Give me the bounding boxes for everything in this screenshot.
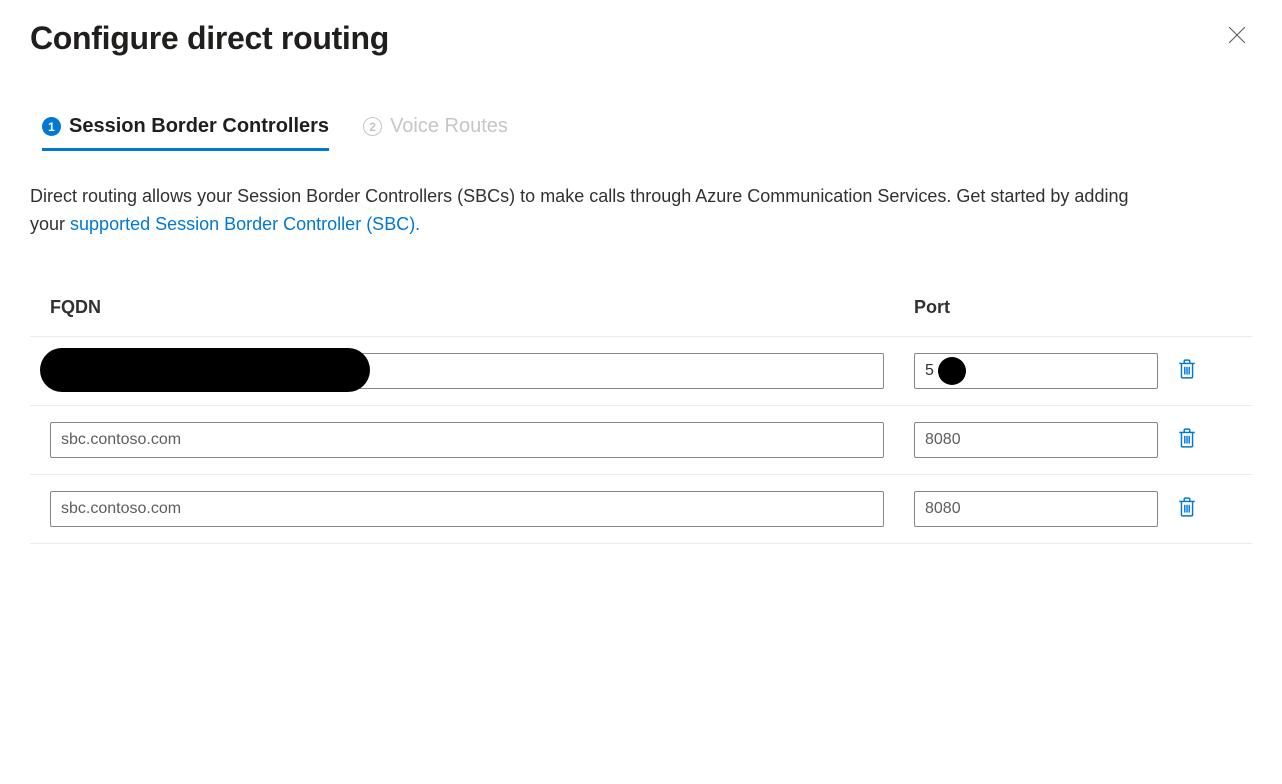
delete-row-button[interactable] [1174, 355, 1200, 386]
fqdn-input[interactable] [50, 353, 884, 389]
port-input[interactable] [914, 422, 1158, 458]
cell-fqdn [50, 422, 914, 458]
cell-port [914, 491, 1174, 527]
supported-sbc-link[interactable]: supported Session Border Controller (SBC… [70, 214, 420, 234]
cell-fqdn [50, 491, 914, 527]
step-badge-1: 1 [42, 117, 61, 136]
port-input[interactable] [914, 353, 1158, 389]
trash-icon [1178, 367, 1196, 382]
tab-voice-routes[interactable]: 2 Voice Routes [363, 115, 508, 151]
cell-actions [1174, 493, 1234, 524]
trash-icon [1178, 436, 1196, 451]
tab-label-sbc: Session Border Controllers [69, 115, 329, 138]
port-input[interactable] [914, 491, 1158, 527]
table-row [30, 406, 1252, 475]
cell-fqdn [50, 353, 914, 389]
delete-row-button[interactable] [1174, 493, 1200, 524]
panel-title: Configure direct routing [30, 20, 389, 57]
table-row [30, 475, 1252, 544]
table-row [30, 337, 1252, 406]
delete-row-button[interactable] [1174, 424, 1200, 455]
table-header-row: FQDN Port [30, 297, 1252, 337]
sbc-table: FQDN Port [30, 297, 1252, 544]
fqdn-input[interactable] [50, 422, 884, 458]
column-header-port: Port [914, 297, 1174, 318]
trash-icon [1178, 505, 1196, 520]
configure-direct-routing-panel: Configure direct routing 1 Session Borde… [0, 0, 1282, 784]
panel-header: Configure direct routing [30, 20, 1252, 57]
tab-session-border-controllers[interactable]: 1 Session Border Controllers [42, 115, 329, 151]
column-header-fqdn: FQDN [50, 297, 914, 318]
close-button[interactable] [1222, 20, 1252, 50]
tab-label-voice-routes: Voice Routes [390, 115, 508, 138]
column-header-actions [1174, 297, 1234, 318]
cell-actions [1174, 424, 1234, 455]
cell-port [914, 422, 1174, 458]
cell-port [914, 353, 1174, 389]
fqdn-input[interactable] [50, 491, 884, 527]
cell-actions [1174, 355, 1234, 386]
wizard-tabs: 1 Session Border Controllers 2 Voice Rou… [30, 115, 1252, 151]
step-badge-2: 2 [363, 117, 382, 136]
description-text: Direct routing allows your Session Borde… [30, 183, 1130, 239]
